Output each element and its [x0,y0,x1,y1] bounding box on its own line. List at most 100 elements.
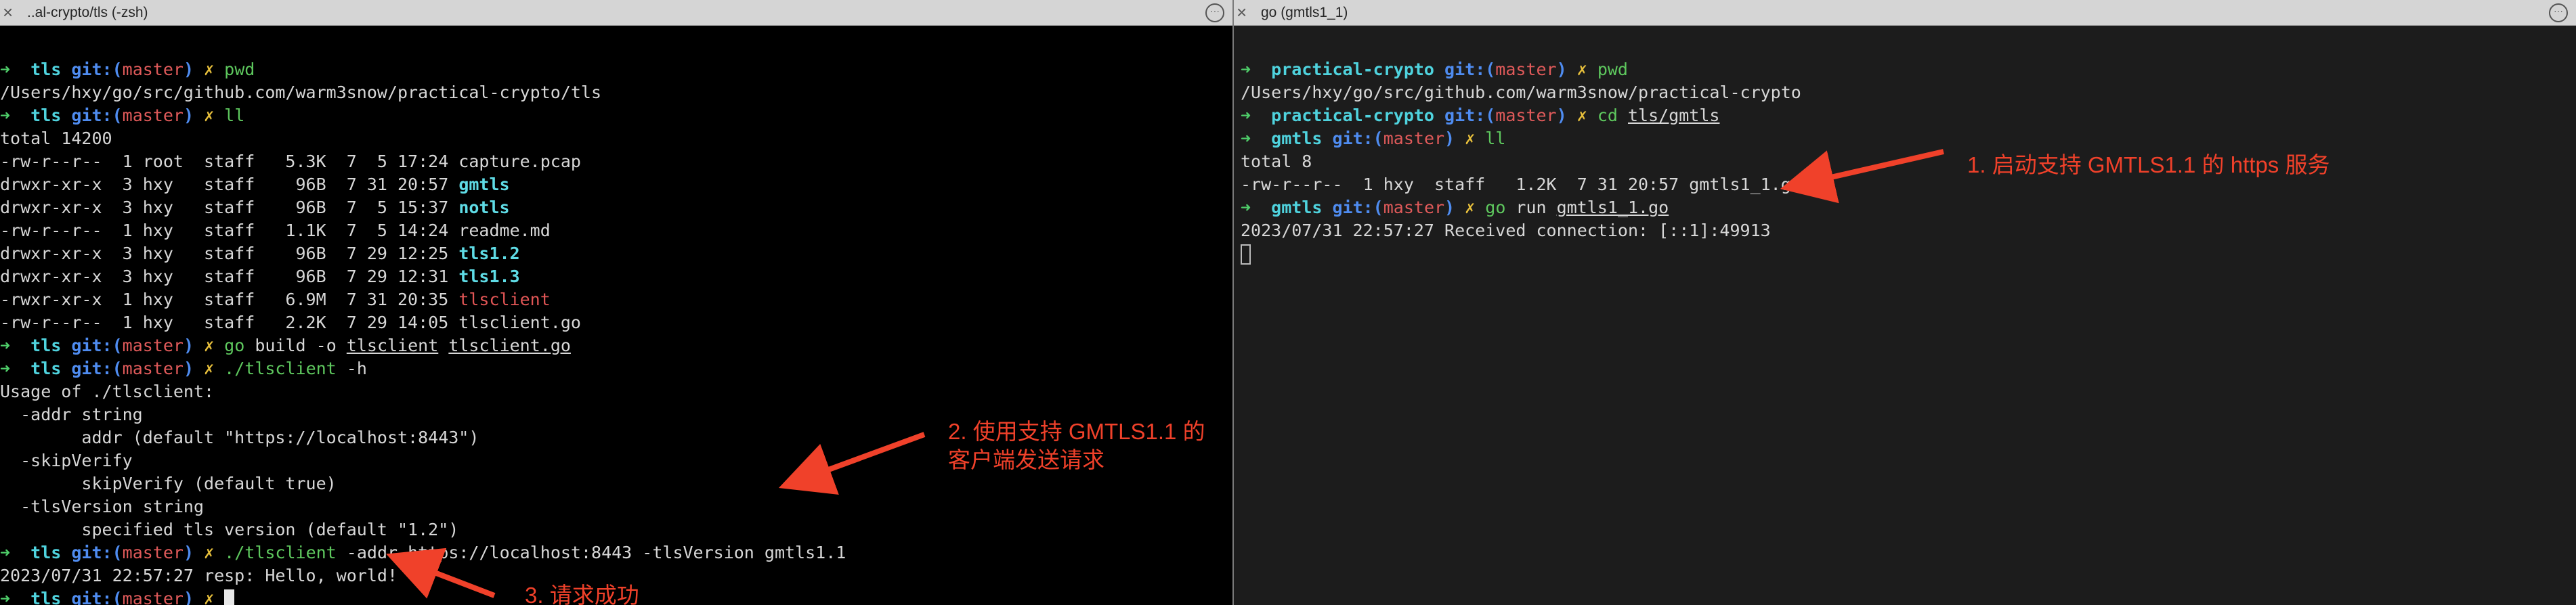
terminal-text-segment: ./tlsclient [224,359,337,378]
annotation-client-request-line1: 2. 使用支持 GMTLS1.1 的 [948,419,1205,444]
close-icon[interactable]: × [3,3,13,22]
terminal-text-segment: pwd [224,60,255,79]
terminal-line: -rw-r--r-- 1 hxy staff 1.1K 7 5 14:24 re… [0,219,1232,242]
terminal-text-segment: gmtls1_1.go [1556,198,1669,217]
terminal-text-segment: total 8 [1241,152,1312,171]
terminal-text-segment: notls [458,198,510,217]
close-icon[interactable]: × [1237,3,1247,22]
left-terminal-output[interactable]: ➜ tls git:(master) ✗ pwd/Users/hxy/go/sr… [0,26,1232,605]
ellipsis-icon[interactable]: ··· [1205,3,1224,22]
terminal-text-segment: ➜ [0,589,21,605]
terminal-text-segment: ) [183,543,194,562]
terminal-line: ➜ tls git:(master) ✗ ll [0,104,1232,127]
terminal-text-segment: drwxr-xr-x 3 hxy staff 96B 7 5 15:37 [0,198,459,217]
ellipsis-icon[interactable]: ··· [2549,3,2568,22]
terminal-text-segment: ✗ [194,359,225,378]
terminal-text-segment: tls [20,589,62,605]
terminal-text-segment: ➜ [0,60,21,79]
terminal-text-segment: git:( [1322,129,1383,148]
terminal-text-segment: tls [20,543,62,562]
terminal-text-segment: -skipVerify [0,451,133,470]
terminal-text-segment: ) [183,359,194,378]
terminal-line: -rw-r--r-- 1 hxy staff 1.2K 7 31 20:57 g… [1234,173,2576,196]
terminal-text-segment: gmtls [458,175,510,194]
terminal-text-segment: practical-crypto [1261,60,1434,79]
terminal-text-segment: -addr https://localhost:8443 -tlsVersion… [336,543,846,562]
terminal-text-segment: tls [20,359,62,378]
terminal-line: drwxr-xr-x 3 hxy staff 96B 7 31 20:57 gm… [0,173,1232,196]
terminal-text-segment: tls [20,106,62,125]
terminal-text-segment: -addr string [0,405,143,424]
terminal-text-segment: practical-crypto [1261,106,1434,125]
terminal-text-segment: drwxr-xr-x 3 hxy staff 96B 7 29 12:25 [0,244,459,263]
terminal-text-segment: master [122,589,184,605]
terminal-line: Usage of ./tlsclient: [0,380,1232,403]
terminal-line: ➜ practical-crypto git:(master) ✗ pwd [1234,58,2576,81]
terminal-text-segment: pwd [1597,60,1628,79]
terminal-text-segment: go [1485,198,1506,217]
terminal-text-segment: ll [1485,129,1506,148]
terminal-text-segment: ) [1556,106,1567,125]
terminal-text-segment: go [224,336,245,355]
terminal-line [1234,242,2576,265]
terminal-text-segment: tls [20,60,62,79]
right-terminal-output[interactable]: ➜ practical-crypto git:(master) ✗ pwd/Us… [1234,26,2576,605]
terminal-text-segment: ➜ [1241,106,1262,125]
terminal-window: × ..al-crypto/tls (-zsh) ··· ➜ tls git:(… [0,0,2576,605]
terminal-text-segment: git:( [61,336,123,355]
terminal-line: total 8 [1234,150,2576,173]
right-pane-tab[interactable]: × go (gmtls1_1) ··· [1234,0,2576,26]
terminal-line: ➜ tls git:(master) ✗ ./tlsclient -addr h… [0,541,1232,564]
terminal-text-segment: ✗ [194,543,225,562]
left-pane-tab[interactable]: × ..al-crypto/tls (-zsh) ··· [0,0,1232,26]
terminal-text-segment: ll [224,106,245,125]
terminal-line: /Users/hxy/go/src/github.com/warm3snow/p… [1234,81,2576,104]
terminal-text-segment: git:( [1322,198,1383,217]
terminal-text-segment: git:( [61,106,123,125]
terminal-text-segment: ) [183,336,194,355]
terminal-text-segment: ✗ [194,589,225,605]
terminal-text-segment: drwxr-xr-x 3 hxy staff 96B 7 31 20:57 [0,175,459,194]
terminal-text-segment: -rw-r--r-- 1 hxy staff 1.2K 7 31 20:57 g… [1241,175,1801,194]
terminal-text-segment: tls [20,336,62,355]
terminal-line: total 14200 [0,127,1232,150]
terminal-line: drwxr-xr-x 3 hxy staff 96B 7 29 12:25 tl… [0,242,1232,265]
terminal-line: ➜ gmtls git:(master) ✗ ll [1234,127,2576,150]
right-terminal-pane[interactable]: × go (gmtls1_1) ··· ➜ practical-crypto g… [1234,0,2576,605]
terminal-text-segment: master [122,60,184,79]
terminal-text-segment: git:( [1434,106,1496,125]
terminal-text-segment: 2023/07/31 22:57:27 Received connection:… [1241,221,1771,240]
terminal-text-segment: addr (default "https://localhost:8443") [0,428,479,447]
terminal-text-segment: -h [336,359,367,378]
terminal-text-segment: /Users/hxy/go/src/github.com/warm3snow/p… [1241,83,1801,102]
terminal-line: ➜ gmtls git:(master) ✗ go run gmtls1_1.g… [1234,196,2576,219]
terminal-text-segment: git:( [61,60,123,79]
terminal-text-segment: ✗ [1566,60,1597,79]
terminal-text-segment: tlsclient [346,336,439,355]
terminal-text-segment: ) [183,106,194,125]
terminal-text-segment: build -o [244,336,347,355]
terminal-text-segment: tls1.2 [458,244,520,263]
terminal-text-segment: ) [1444,129,1455,148]
terminal-text-segment: gmtls [1261,198,1323,217]
terminal-text-segment: master [122,336,184,355]
left-terminal-pane[interactable]: × ..al-crypto/tls (-zsh) ··· ➜ tls git:(… [0,0,1232,605]
terminal-text-segment: master [122,359,184,378]
terminal-text-segment: 2023/07/31 22:57:27 resp: Hello, world! [0,566,398,585]
terminal-text-segment: git:( [61,543,123,562]
terminal-text-segment: tlsclient [458,290,551,309]
terminal-line: ➜ practical-crypto git:(master) ✗ cd tls… [1234,104,2576,127]
terminal-text-segment: ) [183,589,194,605]
terminal-line: -tlsVersion string [0,495,1232,518]
terminal-line: 2023/07/31 22:57:27 Received connection:… [1234,219,2576,242]
terminal-line: ➜ tls git:(master) ✗ ./tlsclient -h [0,357,1232,380]
terminal-text-segment: ➜ [0,543,21,562]
terminal-text-segment: -rw-r--r-- 1 hxy staff 2.2K 7 29 14:05 t… [0,313,581,332]
terminal-text-segment: ➜ [0,336,21,355]
terminal-text-segment: master [1495,106,1557,125]
terminal-line: specified tls version (default "1.2") [0,518,1232,541]
terminal-text-segment: drwxr-xr-x 3 hxy staff 96B 7 29 12:31 [0,267,459,286]
terminal-text-segment: ) [1444,198,1455,217]
terminal-text-segment: master [1383,129,1445,148]
terminal-text-segment: cd [1597,106,1618,125]
